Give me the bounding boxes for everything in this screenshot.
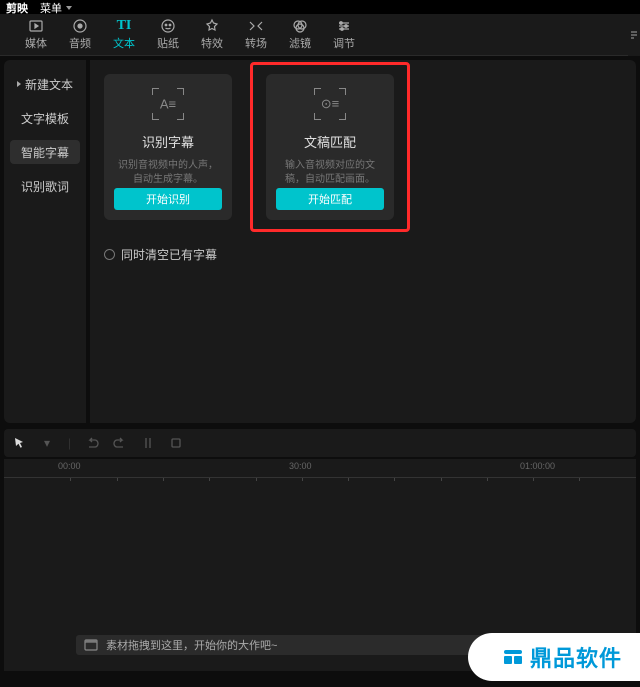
nav-label: 媒体: [25, 35, 47, 51]
card-title: 文稿匹配: [304, 132, 356, 151]
card-title: 识别字幕: [142, 132, 194, 151]
media-icon: [27, 18, 45, 34]
undo-icon[interactable]: [85, 436, 99, 450]
nav-label: 转场: [245, 35, 267, 51]
redo-icon[interactable]: [113, 436, 127, 450]
icon-text: A≡: [160, 97, 176, 112]
track-hint-text: 素材拖拽到这里，开始你的大作吧~: [106, 637, 277, 653]
nav-label: 音频: [69, 35, 91, 51]
timeline-ruler[interactable]: 00:00 30:00 01:00:00: [4, 459, 636, 477]
sidebar-item-label: 智能字幕: [21, 144, 69, 161]
titlebar: 剪映 菜单: [0, 0, 640, 14]
card-recognize-subtitle: A≡ 识别字幕 识别音视频中的人声，自动生成字幕。 开始识别: [104, 74, 232, 220]
content-area: 新建文本 文字模板 智能字幕 识别歌词 A≡ 识别字幕 识别音视频中的人声，自动…: [4, 60, 636, 423]
cards-row: A≡ 识别字幕 识别音视频中的人声，自动生成字幕。 开始识别 ⊙≡ 文稿匹配 输…: [104, 74, 622, 232]
nav-label: 滤镜: [289, 35, 311, 51]
timeline-toolbar: ▾ |: [4, 429, 636, 457]
sidebar-item-recognize-lyrics[interactable]: 识别歌词: [10, 174, 80, 198]
card-desc: 识别音视频中的人声，自动生成字幕。: [114, 159, 222, 188]
filter-icon: [291, 18, 309, 34]
watermark-logo-icon: [504, 650, 522, 664]
sidebar-item-text-template[interactable]: 文字模板: [10, 106, 80, 130]
sidebar-item-label: 文字模板: [21, 110, 69, 127]
sidebar-item-label: 识别歌词: [21, 178, 69, 195]
start-match-button[interactable]: 开始匹配: [276, 188, 384, 210]
radio-icon: [104, 249, 115, 260]
top-nav: 媒体 音频 TI 文本 贴纸 特效 转场 滤镜: [0, 14, 640, 56]
clear-subtitle-option[interactable]: 同时清空已有字幕: [104, 246, 622, 263]
nav-label: 文本: [113, 35, 135, 51]
ruler-tick: 00:00: [58, 461, 81, 471]
sidebar-item-label: 新建文本: [25, 76, 73, 93]
card-match-script: ⊙≡ 文稿匹配 输入音视频对应的文稿，自动匹配画面。 开始匹配: [266, 74, 394, 220]
sidebar: 新建文本 文字模板 智能字幕 识别歌词: [4, 60, 86, 423]
scan-frame-icon: ⊙≡: [314, 88, 346, 120]
nav-adjust[interactable]: 调节: [322, 14, 366, 56]
nav-text[interactable]: TI 文本: [102, 14, 146, 56]
expand-icon: [17, 81, 21, 87]
card-highlight-frame: ⊙≡ 文稿匹配 输入音视频对应的文稿，自动匹配画面。 开始匹配: [250, 62, 410, 232]
sidebar-item-new-text[interactable]: 新建文本: [10, 72, 80, 96]
chevron-down-icon[interactable]: ▾: [40, 436, 54, 450]
card-desc: 输入音视频对应的文稿，自动匹配画面。: [276, 159, 384, 188]
transition-icon: [247, 18, 265, 34]
icon-text: ⊙≡: [321, 96, 339, 112]
nav-label: 特效: [201, 35, 223, 51]
nav-transition[interactable]: 转场: [234, 14, 278, 56]
effects-icon: [203, 18, 221, 34]
start-recognize-button[interactable]: 开始识别: [114, 188, 222, 210]
nav-media[interactable]: 媒体: [14, 14, 58, 56]
adjust-icon: [335, 18, 353, 34]
delete-icon[interactable]: [169, 436, 183, 450]
panel-collapse-icon[interactable]: [628, 14, 640, 56]
main-panel: A≡ 识别字幕 识别音视频中的人声，自动生成字幕。 开始识别 ⊙≡ 文稿匹配 输…: [90, 60, 636, 423]
audio-icon: [71, 18, 89, 34]
chevron-down-icon: [66, 6, 72, 10]
nav-filter[interactable]: 滤镜: [278, 14, 322, 56]
sidebar-item-smart-subtitle[interactable]: 智能字幕: [10, 140, 80, 164]
clear-subtitle-label: 同时清空已有字幕: [121, 246, 217, 263]
text-icon: TI: [115, 18, 133, 34]
watermark-badge: 鼎品软件: [468, 633, 640, 681]
nav-effects[interactable]: 特效: [190, 14, 234, 56]
ruler-tick: 30:00: [289, 461, 312, 471]
cursor-tool-icon[interactable]: [12, 436, 26, 450]
scan-frame-icon: A≡: [152, 88, 184, 120]
nav-audio[interactable]: 音频: [58, 14, 102, 56]
media-icon: [84, 639, 98, 651]
nav-sticker[interactable]: 贴纸: [146, 14, 190, 56]
watermark-text: 鼎品软件: [530, 641, 622, 673]
ruler-tick: 01:00:00: [520, 461, 555, 471]
sticker-icon: [159, 18, 177, 34]
ruler-minor-ticks: [4, 477, 636, 483]
split-icon[interactable]: [141, 436, 155, 450]
nav-label: 贴纸: [157, 35, 179, 51]
nav-label: 调节: [333, 35, 355, 51]
